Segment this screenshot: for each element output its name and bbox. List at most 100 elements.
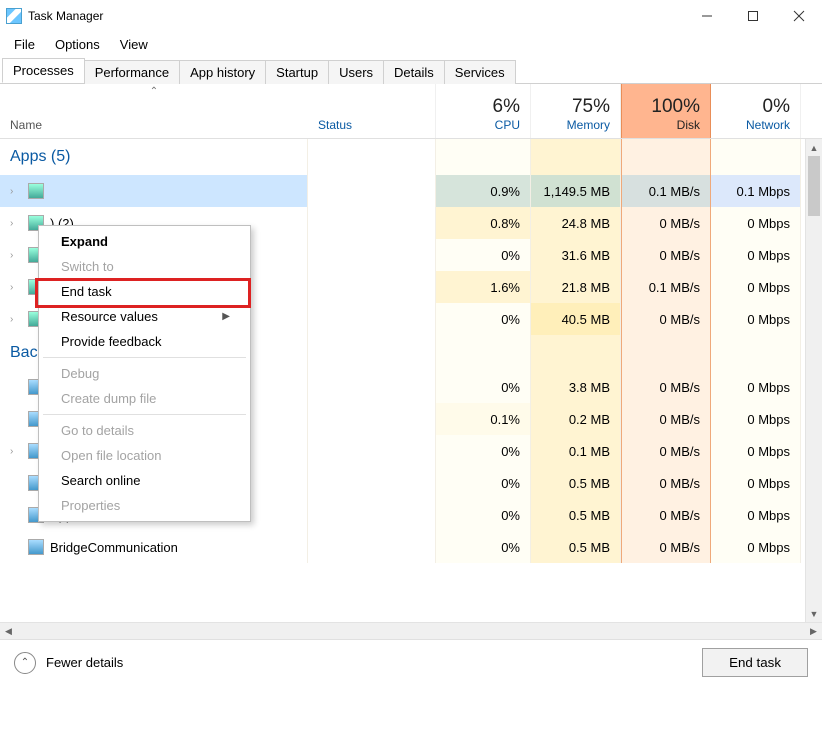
scroll-left-icon[interactable]: ◀ <box>0 623 17 640</box>
memory-value: 0.5 MB <box>531 531 621 563</box>
context-properties: Properties <box>41 493 248 518</box>
column-status[interactable]: Status <box>308 84 436 138</box>
memory-value: 0.1 MB <box>531 435 621 467</box>
process-icon <box>28 183 44 199</box>
scroll-right-icon[interactable]: ▶ <box>805 623 822 640</box>
expand-chevron-icon[interactable]: › <box>10 250 22 261</box>
group-apps[interactable]: Apps (5) <box>0 139 822 175</box>
minimize-button[interactable] <box>684 0 730 32</box>
process-row[interactable]: ›BridgeCommunication 0% 0.5 MB 0 MB/s 0 … <box>0 531 822 563</box>
cpu-value: 1.6% <box>436 271 531 303</box>
context-resource-values[interactable]: Resource values ▶ <box>41 304 248 329</box>
column-headers: ⌃ Name Status 6% CPU 75% Memory 100% Dis… <box>0 84 822 139</box>
tab-bar: Processes Performance App history Startu… <box>0 56 822 84</box>
disk-value: 0 MB/s <box>621 303 711 335</box>
task-manager-icon <box>6 8 22 24</box>
disk-value: 0 MB/s <box>621 207 711 239</box>
sort-caret-icon: ⌃ <box>150 86 158 97</box>
column-cpu[interactable]: 6% CPU <box>436 84 531 138</box>
tab-app-history[interactable]: App history <box>179 60 266 84</box>
expand-chevron-icon[interactable]: › <box>10 314 22 325</box>
disk-value: 0 MB/s <box>621 239 711 271</box>
cpu-value: 0% <box>436 239 531 271</box>
column-name[interactable]: ⌃ Name <box>0 84 308 138</box>
expand-chevron-icon[interactable]: › <box>10 186 22 197</box>
process-icon <box>28 539 44 555</box>
context-provide-feedback[interactable]: Provide feedback <box>41 329 248 354</box>
column-cpu-label: CPU <box>446 118 520 132</box>
vertical-scrollbar[interactable]: ▲ ▼ <box>805 139 822 622</box>
tab-startup[interactable]: Startup <box>265 60 329 84</box>
scroll-down-icon[interactable]: ▼ <box>806 605 822 622</box>
scroll-up-icon[interactable]: ▲ <box>806 139 822 156</box>
cpu-value: 0% <box>436 435 531 467</box>
context-debug: Debug <box>41 361 248 386</box>
context-go-to-details: Go to details <box>41 418 248 443</box>
disk-value: 0 MB/s <box>621 467 711 499</box>
end-task-button[interactable]: End task <box>702 648 808 677</box>
expand-chevron-icon[interactable]: › <box>10 282 22 293</box>
tab-details[interactable]: Details <box>383 60 445 84</box>
fewer-details-toggle-icon[interactable]: ⌃ <box>14 652 36 674</box>
process-name: BridgeCommunication <box>50 540 178 555</box>
context-create-dump: Create dump file <box>41 386 248 411</box>
network-value: 0 Mbps <box>711 239 801 271</box>
context-menu: Expand Switch to End task Resource value… <box>38 225 251 522</box>
disk-value: 0.1 MB/s <box>621 271 711 303</box>
cpu-value: 0.8% <box>436 207 531 239</box>
column-memory-label: Memory <box>541 118 610 132</box>
submenu-chevron-icon: ▶ <box>222 311 230 322</box>
network-value: 0 Mbps <box>711 467 801 499</box>
disk-usage-total: 100% <box>632 96 700 118</box>
cpu-value: 0.1% <box>436 403 531 435</box>
column-status-label: Status <box>318 118 425 132</box>
memory-value: 40.5 MB <box>531 303 621 335</box>
context-separator <box>43 414 246 415</box>
context-resource-values-label: Resource values <box>61 309 158 324</box>
cpu-value: 0% <box>436 531 531 563</box>
memory-usage-total: 75% <box>541 96 610 118</box>
horizontal-scrollbar[interactable]: ◀ ▶ <box>0 622 822 639</box>
memory-value: 31.6 MB <box>531 239 621 271</box>
menu-bar: File Options View <box>0 32 822 56</box>
network-value: 0 Mbps <box>711 499 801 531</box>
memory-value: 0.5 MB <box>531 499 621 531</box>
cpu-value: 0% <box>436 371 531 403</box>
window-title: Task Manager <box>28 9 103 23</box>
column-name-label: Name <box>10 118 298 132</box>
column-network[interactable]: 0% Network <box>711 84 801 138</box>
context-open-location: Open file location <box>41 443 248 468</box>
process-row[interactable]: › 0.9% 1,149.5 MB 0.1 MB/s 0.1 Mbps <box>0 175 822 207</box>
context-expand[interactable]: Expand <box>41 229 248 254</box>
network-value: 0 Mbps <box>711 371 801 403</box>
menu-view[interactable]: View <box>110 35 158 54</box>
network-value: 0 Mbps <box>711 403 801 435</box>
tab-users[interactable]: Users <box>328 60 384 84</box>
memory-value: 1,149.5 MB <box>531 175 621 207</box>
column-memory[interactable]: 75% Memory <box>531 84 621 138</box>
memory-value: 21.8 MB <box>531 271 621 303</box>
memory-value: 0.2 MB <box>531 403 621 435</box>
disk-value: 0 MB/s <box>621 531 711 563</box>
maximize-button[interactable] <box>730 0 776 32</box>
cpu-value: 0.9% <box>436 175 531 207</box>
tab-processes[interactable]: Processes <box>2 58 85 83</box>
memory-value: 3.8 MB <box>531 371 621 403</box>
close-button[interactable] <box>776 0 822 32</box>
fewer-details-label[interactable]: Fewer details <box>46 655 123 670</box>
column-disk-label: Disk <box>632 118 700 132</box>
footer-bar: ⌃ Fewer details End task <box>0 639 822 685</box>
memory-value: 24.8 MB <box>531 207 621 239</box>
expand-chevron-icon[interactable]: › <box>10 446 22 457</box>
context-search-online[interactable]: Search online <box>41 468 248 493</box>
tab-services[interactable]: Services <box>444 60 516 84</box>
expand-chevron-icon[interactable]: › <box>10 218 22 229</box>
context-switch-to: Switch to <box>41 254 248 279</box>
scrollbar-thumb[interactable] <box>808 156 820 216</box>
column-disk[interactable]: 100% Disk <box>621 84 711 138</box>
context-end-task[interactable]: End task <box>41 279 248 304</box>
menu-file[interactable]: File <box>4 35 45 54</box>
disk-value: 0.1 MB/s <box>621 175 711 207</box>
tab-performance[interactable]: Performance <box>84 60 180 84</box>
menu-options[interactable]: Options <box>45 35 110 54</box>
